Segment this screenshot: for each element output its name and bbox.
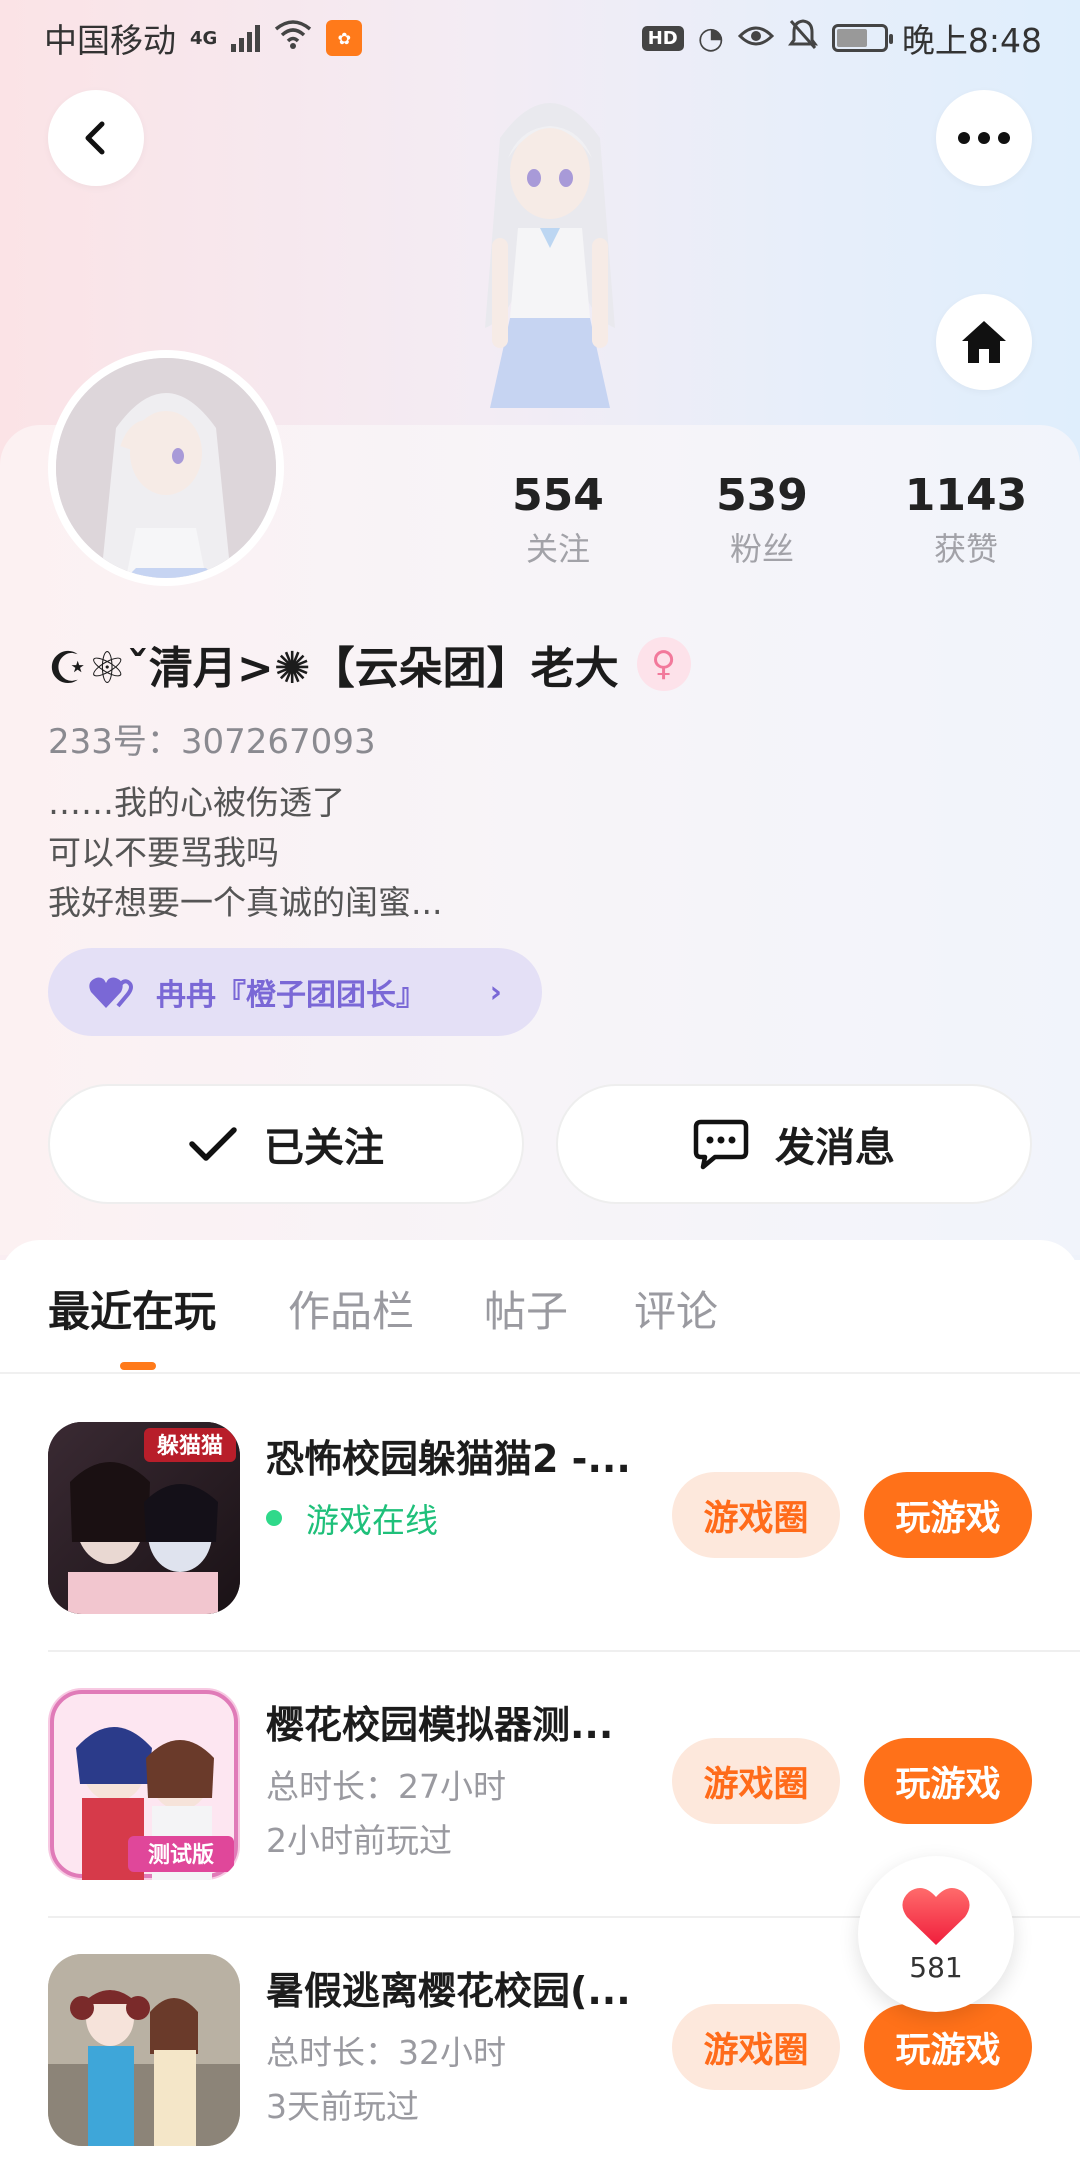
checkmark-icon: [189, 1127, 237, 1161]
likes-count: 1143: [904, 470, 1028, 521]
tab-comments[interactable]: 评论: [634, 1278, 718, 1339]
game-title: 暑假逃离樱花校园(...: [266, 1969, 631, 2013]
game-circle-button[interactable]: 游戏圈: [672, 1472, 840, 1558]
bio-line: ……我的心被伤透了: [48, 783, 345, 822]
play-duration: 总时长：32小时: [266, 2033, 506, 2072]
thumbnail-title: 测试版: [148, 1843, 214, 1868]
online-status: 游戏在线: [266, 1494, 438, 1542]
chat-bubble-icon: [693, 1119, 749, 1170]
send-message-button[interactable]: 发消息: [556, 1084, 1032, 1204]
nickname: ☪︎⚛︎ˇ清月>✺【云朵团】老大: [48, 643, 619, 694]
battery-icon: [831, 24, 893, 52]
tab-posts[interactable]: 帖子: [484, 1278, 568, 1339]
female-gender-icon: ♀: [636, 637, 691, 691]
game-title: 樱花校园模拟器测...: [266, 1703, 614, 1747]
game-title: 恐怖校园躲猫猫2 -...: [266, 1437, 631, 1481]
status-bar: 中国移动 4G ✿ HD ◔ 晚上8:48: [0, 0, 1080, 76]
following-count: 554: [512, 470, 604, 521]
back-button[interactable]: [48, 90, 144, 186]
play-game-button[interactable]: 玩游戏: [864, 1472, 1032, 1558]
chevron-right-icon: ›: [489, 974, 502, 1010]
tab-recently-played[interactable]: 最近在玩: [48, 1278, 216, 1339]
double-heart-icon: [89, 977, 133, 1008]
mute-icon: [787, 18, 818, 58]
last-played: 3天前玩过: [266, 2087, 419, 2126]
avatar-image: [56, 358, 276, 578]
app-notification-icon: ✿: [326, 20, 363, 56]
game-thumbnail: 测试版: [48, 1688, 240, 1880]
online-dot-icon: [266, 1510, 282, 1526]
online-status-label: 游戏在线: [306, 1501, 438, 1540]
game-circle-button[interactable]: 游戏圈: [672, 2004, 840, 2090]
relation-label: 冉冉『橙子团团长』: [156, 978, 426, 1013]
stat-followers[interactable]: 539 粉丝: [662, 468, 862, 574]
network-type: 4G: [190, 27, 218, 49]
eye-comfort-icon: [737, 21, 775, 56]
like-count: 581: [909, 1950, 963, 1984]
play-game-button[interactable]: 玩游戏: [864, 1738, 1032, 1824]
send-message-label: 发消息: [775, 1125, 895, 1171]
hd-icon: HD: [641, 25, 684, 51]
game-circle-button[interactable]: 游戏圈: [672, 1738, 840, 1824]
thumbnail-title: 躲猫猫: [157, 1433, 223, 1459]
clock: 晚上8:48: [901, 21, 1042, 60]
following-label: 关注: [525, 530, 590, 568]
bio: ……我的心被伤透了 可以不要骂我吗 我好想要一个真诚的闺蜜...: [48, 778, 442, 928]
likes-label: 获赞: [933, 530, 998, 568]
tab-works[interactable]: 作品栏: [288, 1278, 414, 1339]
more-options-button[interactable]: [936, 90, 1032, 186]
followers-count: 539: [716, 470, 808, 521]
avatar[interactable]: [48, 350, 284, 586]
user-id: 233号：307267093: [48, 722, 376, 762]
nickname-row: ☪︎⚛︎ˇ清月>✺【云朵团】老大 ♀: [48, 632, 691, 696]
signal-icon: [231, 24, 261, 52]
relation-chip[interactable]: 冉冉『橙子团团长』 ›: [48, 948, 542, 1036]
wifi-icon: [274, 19, 312, 57]
heart-icon: [902, 1887, 970, 1945]
bio-line: 我好想要一个真诚的闺蜜...: [48, 883, 443, 922]
active-tab-indicator: [120, 1362, 156, 1370]
play-game-button[interactable]: 玩游戏: [864, 2004, 1032, 2090]
hero-character-image: [485, 103, 615, 408]
more-dots-icon: [958, 132, 1010, 144]
chevron-left-icon: [85, 121, 105, 155]
divider: [48, 1650, 1080, 1652]
stat-following[interactable]: 554 关注: [458, 468, 658, 574]
game-list-item[interactable]: 躲猫猫 恐怖校园躲猫猫2 -... 游戏在线 游戏圈 玩游戏: [0, 1422, 1080, 1688]
home-icon: [962, 321, 1006, 363]
followed-label: 已关注: [264, 1125, 384, 1171]
carrier-label: 中国移动: [44, 21, 176, 60]
game-thumbnail: 躲猫猫: [48, 1422, 240, 1614]
stat-likes[interactable]: 1143 获赞: [866, 468, 1066, 574]
tab-bar: 最近在玩 作品栏 帖子 评论: [0, 1240, 1080, 1372]
followed-button[interactable]: 已关注: [48, 1084, 524, 1204]
last-played: 2小时前玩过: [266, 1821, 452, 1860]
followers-label: 粉丝: [729, 530, 794, 568]
like-button[interactable]: 581: [858, 1856, 1014, 2012]
game-thumbnail: [48, 1954, 240, 2146]
divider: [0, 1372, 1080, 1374]
home-button[interactable]: [936, 294, 1032, 390]
bio-line: 可以不要骂我吗: [48, 833, 279, 872]
data-saver-icon: ◔: [697, 20, 724, 56]
play-duration: 总时长：27小时: [266, 1767, 506, 1806]
